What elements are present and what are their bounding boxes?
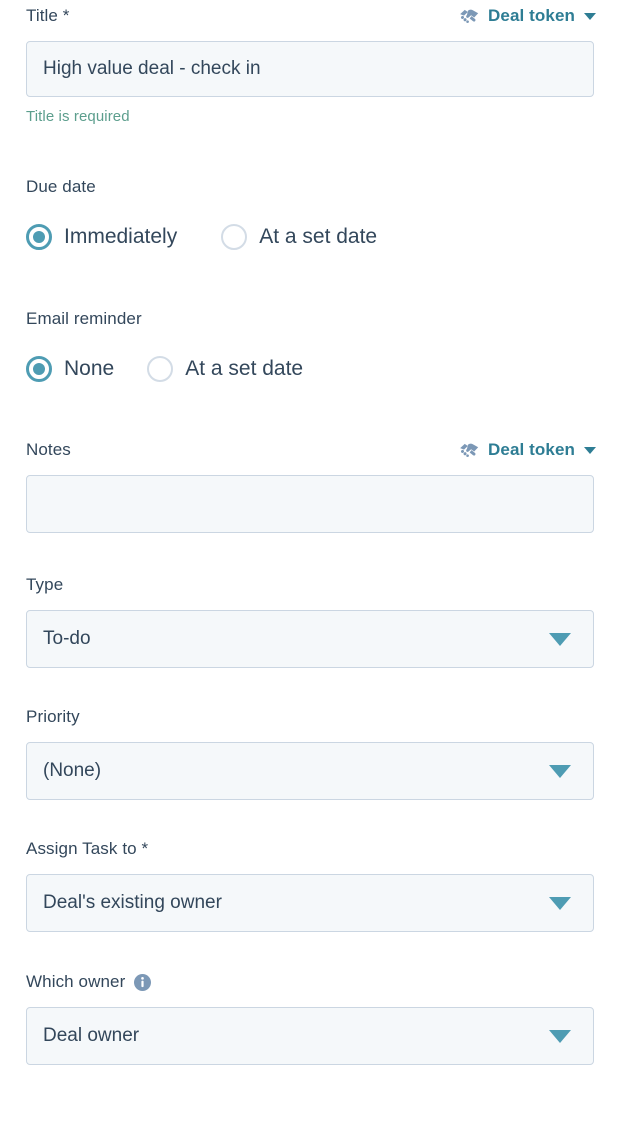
priority-select[interactable]: (None): [26, 742, 594, 800]
title-input-value: High value deal - check in: [43, 58, 261, 80]
chevron-down-icon: [584, 13, 596, 20]
notes-deal-token-label: Deal token: [488, 440, 575, 460]
priority-label: Priority: [26, 707, 596, 727]
assign-task-to-select[interactable]: Deal's existing owner: [26, 874, 594, 932]
email-reminder-option-none-label: None: [64, 357, 114, 381]
radio-selected-icon: [26, 224, 52, 250]
title-label-row: Title * Deal token: [26, 6, 596, 26]
radio-unselected-icon: [147, 356, 173, 382]
radio-selected-icon: [26, 356, 52, 382]
type-field-group: Type To-do: [26, 575, 596, 668]
notes-textarea[interactable]: [26, 475, 594, 533]
assign-task-to-field-group: Assign Task to * Deal's existing owner: [26, 839, 596, 932]
title-input[interactable]: High value deal - check in: [26, 41, 594, 97]
title-label: Title *: [26, 6, 70, 26]
chevron-down-icon: [549, 633, 571, 646]
handshake-icon: [459, 6, 481, 26]
due-date-field-group: Due date Immediately At a set date: [26, 177, 596, 250]
radio-unselected-icon: [221, 224, 247, 250]
type-select[interactable]: To-do: [26, 610, 594, 668]
handshake-icon: [459, 440, 481, 460]
notes-field-group: Notes Deal token: [26, 440, 596, 533]
due-date-option-immediately[interactable]: Immediately: [26, 224, 177, 250]
due-date-option-at-a-set-date-label: At a set date: [259, 225, 377, 249]
title-deal-token-button[interactable]: Deal token: [459, 6, 596, 26]
chevron-down-icon: [549, 897, 571, 910]
which-owner-label-row: Which owner: [26, 972, 596, 992]
assign-task-to-select-value: Deal's existing owner: [43, 892, 222, 914]
type-label: Type: [26, 575, 596, 595]
chevron-down-icon: [549, 765, 571, 778]
email-reminder-option-at-a-set-date[interactable]: At a set date: [147, 356, 303, 382]
chevron-down-icon: [584, 447, 596, 454]
which-owner-select-value: Deal owner: [43, 1025, 139, 1047]
priority-select-value: (None): [43, 760, 101, 782]
which-owner-label: Which owner: [26, 972, 125, 992]
title-field-group: Title * Deal token High value deal - che…: [26, 6, 596, 125]
info-icon[interactable]: [134, 974, 151, 991]
email-reminder-field-group: Email reminder None At a set date: [26, 309, 596, 382]
task-settings-form: Title * Deal token High value deal - che…: [0, 0, 644, 1140]
email-reminder-option-none[interactable]: None: [26, 356, 114, 382]
notes-label-row: Notes Deal token: [26, 440, 596, 460]
email-reminder-radio-group: None At a set date: [26, 356, 596, 382]
title-deal-token-label: Deal token: [488, 6, 575, 26]
email-reminder-option-at-a-set-date-label: At a set date: [185, 357, 303, 381]
due-date-option-immediately-label: Immediately: [64, 225, 177, 249]
assign-task-to-label: Assign Task to *: [26, 839, 596, 859]
due-date-option-at-a-set-date[interactable]: At a set date: [221, 224, 377, 250]
chevron-down-icon: [549, 1030, 571, 1043]
type-select-value: To-do: [43, 628, 91, 650]
which-owner-select[interactable]: Deal owner: [26, 1007, 594, 1065]
title-help-text: Title is required: [26, 108, 596, 125]
due-date-label: Due date: [26, 177, 596, 197]
which-owner-field-group: Which owner Deal owner: [26, 972, 596, 1065]
priority-field-group: Priority (None): [26, 707, 596, 800]
due-date-radio-group: Immediately At a set date: [26, 224, 596, 250]
notes-label: Notes: [26, 440, 71, 460]
notes-deal-token-button[interactable]: Deal token: [459, 440, 596, 460]
email-reminder-label: Email reminder: [26, 309, 596, 329]
